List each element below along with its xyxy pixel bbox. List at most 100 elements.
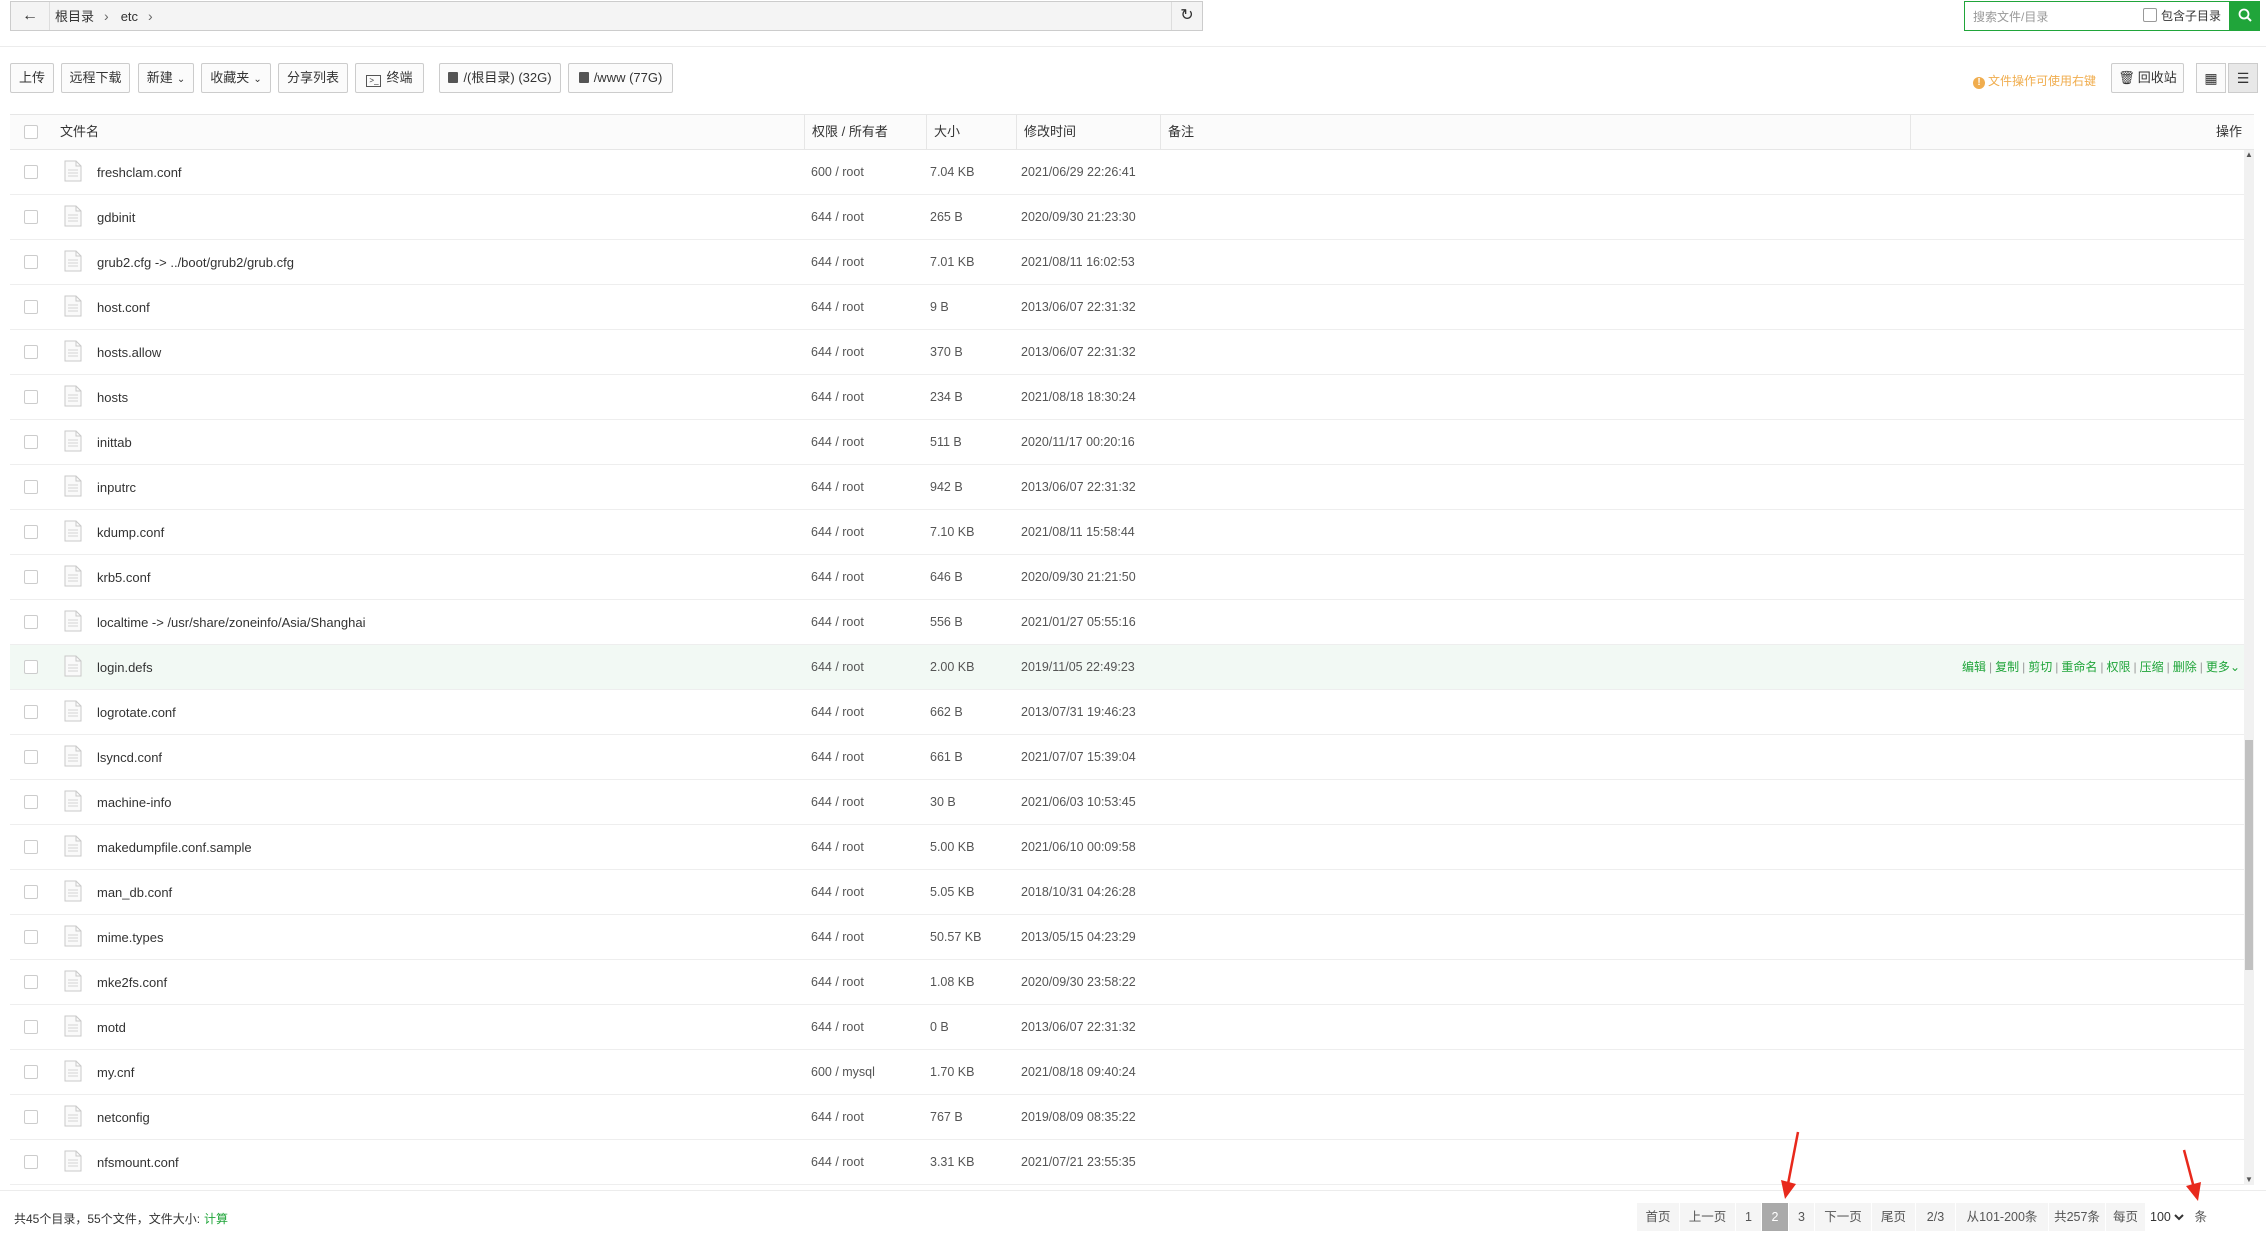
pager-page-1[interactable]: 1 [1736, 1203, 1762, 1231]
table-row[interactable]: krb5.conf 644 / root 646 B 2020/09/30 21:21… [10, 555, 2244, 600]
include-subdir-checkbox[interactable]: 包含子目录 [2143, 2, 2221, 30]
row-checkbox[interactable] [24, 255, 38, 269]
file-name[interactable]: hosts [97, 375, 128, 420]
file-name[interactable]: freshclam.conf [97, 150, 182, 195]
table-row[interactable]: grub2.cfg -> ../boot/grub2/grub.cfg 644 /… [10, 240, 2244, 285]
new-dropdown-button[interactable]: 新建 ⌄ [138, 63, 194, 93]
table-row[interactable]: man_db.conf 644 / root 5.05 KB 2018/10/31 0… [10, 870, 2244, 915]
file-permission[interactable]: 644 / root [811, 1005, 864, 1050]
file-name[interactable]: lsyncd.conf [97, 735, 162, 780]
file-name[interactable]: makedumpfile.conf.sample [97, 825, 252, 870]
search-button[interactable] [2230, 1, 2260, 31]
file-name[interactable]: nfsmount.conf [97, 1140, 179, 1185]
scroll-up-icon[interactable]: ▲ [2244, 150, 2254, 160]
row-checkbox[interactable] [24, 345, 38, 359]
table-row[interactable]: host.conf 644 / root 9 B 2013/06/07 22:31:3… [10, 285, 2244, 330]
file-name[interactable]: kdump.conf [97, 510, 164, 555]
table-row[interactable]: login.defs 644 / root 2.00 KB 2019/11/05 22… [10, 645, 2244, 690]
table-row[interactable]: logrotate.conf 644 / root 662 B 2013/07/31 … [10, 690, 2244, 735]
list-view-button[interactable]: ☰ [2228, 63, 2258, 93]
pager-page-2-current[interactable]: 2 [1762, 1203, 1789, 1231]
pager-next[interactable]: 下一页 [1815, 1203, 1872, 1231]
table-row[interactable]: kdump.conf 644 / root 7.10 KB 2021/08/11 15… [10, 510, 2244, 555]
table-row[interactable]: nfsmount.conf 644 / root 3.31 KB 2021/07/21… [10, 1140, 2244, 1185]
scrollbar-thumb[interactable] [2245, 740, 2253, 970]
row-checkbox[interactable] [24, 1155, 38, 1169]
file-name[interactable]: inputrc [97, 465, 136, 510]
file-permission[interactable]: 644 / root [811, 465, 864, 510]
row-action-link[interactable]: 压缩 [2140, 660, 2164, 674]
row-checkbox[interactable] [24, 1065, 38, 1079]
row-checkbox[interactable] [24, 480, 38, 494]
row-action-link[interactable]: 重命名 [2061, 660, 2097, 674]
row-checkbox[interactable] [24, 1020, 38, 1034]
row-checkbox[interactable] [24, 1110, 38, 1124]
file-permission[interactable]: 644 / root [811, 600, 864, 645]
header-mtime[interactable]: 修改时间 [1024, 115, 1076, 149]
file-permission[interactable]: 644 / root [811, 420, 864, 465]
file-permission[interactable]: 644 / root [811, 780, 864, 825]
select-all-checkbox[interactable] [24, 125, 38, 139]
search-input[interactable] [1965, 2, 2151, 32]
row-checkbox[interactable] [24, 930, 38, 944]
file-name[interactable]: hosts.allow [97, 330, 161, 375]
row-checkbox[interactable] [24, 840, 38, 854]
row-action-link[interactable]: 剪切 [2028, 660, 2052, 674]
row-checkbox[interactable] [24, 210, 38, 224]
file-name[interactable]: grub2.cfg -> ../boot/grub2/grub.cfg [97, 240, 294, 285]
row-checkbox[interactable] [24, 390, 38, 404]
row-checkbox[interactable] [24, 795, 38, 809]
table-row[interactable]: machine-info 644 / root 30 B 2021/06/03 10:… [10, 780, 2244, 825]
calculate-size-link[interactable]: 计算 [204, 1212, 228, 1226]
file-name[interactable]: motd [97, 1005, 126, 1050]
file-name[interactable]: mime.types [97, 915, 163, 960]
disk-www-button[interactable]: /www (77G) [568, 63, 673, 93]
header-permission[interactable]: 权限 / 所有者 [812, 115, 888, 149]
file-permission[interactable]: 644 / root [811, 240, 864, 285]
file-permission[interactable]: 644 / root [811, 285, 864, 330]
file-permission[interactable]: 644 / root [811, 1140, 864, 1185]
table-row[interactable]: my.cnf 600 / mysql 1.70 KB 2021/08/18 09:40… [10, 1050, 2244, 1095]
row-checkbox[interactable] [24, 300, 38, 314]
table-row[interactable]: mke2fs.conf 644 / root 1.08 KB 2020/09/30 2… [10, 960, 2244, 1005]
file-name[interactable]: gdbinit [97, 195, 135, 240]
refresh-button[interactable]: ↻ [1171, 2, 1202, 30]
file-permission[interactable]: 644 / root [811, 870, 864, 915]
row-checkbox[interactable] [24, 525, 38, 539]
file-name[interactable]: logrotate.conf [97, 690, 176, 735]
pager-prev[interactable]: 上一页 [1680, 1203, 1736, 1231]
file-name[interactable]: login.defs [97, 645, 153, 690]
row-checkbox[interactable] [24, 975, 38, 989]
row-checkbox[interactable] [24, 165, 38, 179]
pager-first[interactable]: 首页 [1637, 1203, 1680, 1231]
row-action-more[interactable]: 更多⌄ [2206, 660, 2240, 674]
back-button[interactable]: ← [11, 2, 50, 30]
file-permission[interactable]: 644 / root [811, 375, 864, 420]
table-row[interactable]: makedumpfile.conf.sample 644 / root 5.00 K… [10, 825, 2244, 870]
table-row[interactable]: hosts.allow 644 / root 370 B 2013/06/07 22:… [10, 330, 2244, 375]
file-name[interactable]: localtime -> /usr/share/zoneinfo/Asia/Sh… [97, 600, 365, 645]
table-row[interactable]: motd 644 / root 0 B 2013/06/07 22:31:32 [10, 1005, 2244, 1050]
file-name[interactable]: man_db.conf [97, 870, 172, 915]
breadcrumb-etc[interactable]: etc [121, 9, 138, 24]
share-list-button[interactable]: 分享列表 [278, 63, 348, 93]
file-permission[interactable]: 600 / mysql [811, 1050, 875, 1095]
file-permission[interactable]: 644 / root [811, 915, 864, 960]
breadcrumb-root[interactable]: 根目录 [55, 9, 94, 24]
row-checkbox[interactable] [24, 660, 38, 674]
grid-view-button[interactable]: ▦ [2196, 63, 2226, 93]
file-permission[interactable]: 644 / root [811, 690, 864, 735]
row-checkbox[interactable] [24, 885, 38, 899]
table-row[interactable]: lsyncd.conf 644 / root 661 B 2021/07/07 15:… [10, 735, 2244, 780]
file-permission[interactable]: 644 / root [811, 825, 864, 870]
file-permission[interactable]: 644 / root [811, 555, 864, 600]
disk-root-button[interactable]: /(根目录) (32G) [439, 63, 561, 93]
terminal-button[interactable]: >_ 终端 [355, 63, 424, 93]
header-size[interactable]: 大小 [934, 115, 960, 149]
file-name[interactable]: netconfig [97, 1095, 150, 1140]
table-row[interactable]: freshclam.conf 600 / root 7.04 KB 2021/06/2… [10, 150, 2244, 195]
file-permission[interactable]: 644 / root [811, 195, 864, 240]
recycle-bin-button[interactable]: 🗑 回收站 [2111, 63, 2184, 93]
table-row[interactable]: mime.types 644 / root 50.57 KB 2013/05/15 0… [10, 915, 2244, 960]
file-name[interactable]: inittab [97, 420, 132, 465]
